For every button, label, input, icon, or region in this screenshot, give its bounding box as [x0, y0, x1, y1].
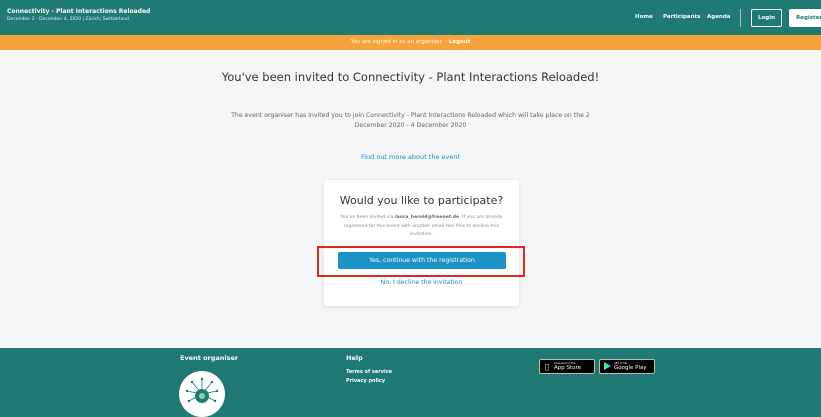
card-title: Would you like to participate?: [339, 194, 504, 207]
google-play-label: Google Play: [614, 364, 647, 371]
logout-link[interactable]: Logout: [449, 39, 471, 45]
app-store-label: App Store: [554, 364, 582, 371]
banner-text: You are signed in as an organiser.: [350, 39, 444, 45]
help-heading: Help: [346, 354, 363, 362]
nav-home[interactable]: Home: [635, 14, 653, 20]
app-store-badge[interactable]:  Download on the App Store: [539, 359, 595, 374]
highlight-box: [317, 246, 525, 277]
top-header: Connectivity - Plant Interactions Reload…: [0, 0, 821, 35]
invited-email: laura_herold@freenet.de: [395, 215, 460, 220]
organiser-banner: You are signed in as an organiser. Logou…: [0, 35, 821, 50]
privacy-policy-link[interactable]: Privacy policy: [346, 378, 385, 384]
card-text-before: You've been invited via: [340, 215, 396, 220]
find-out-more-link[interactable]: Find out more about the event: [330, 153, 491, 161]
event-organiser-heading: Event organiser: [180, 354, 239, 362]
login-button[interactable]: Login: [751, 9, 782, 27]
nav-divider: [740, 9, 741, 27]
decline-invitation-link[interactable]: No, I decline the invitation: [324, 279, 519, 286]
footer: Event organiser Help Terms of service Pr…: [0, 348, 821, 417]
page-title: You've been invited to Connectivity - Pl…: [221, 70, 600, 84]
organiser-logo: [179, 371, 225, 417]
event-date-location: December 2 - December 4, 2020 | Zürich, …: [7, 17, 129, 22]
register-button[interactable]: Register: [789, 9, 821, 27]
google-play-badge[interactable]: GET IT ON Google Play: [599, 359, 655, 374]
play-icon: [602, 361, 612, 372]
terms-of-service-link[interactable]: Terms of service: [346, 369, 392, 375]
participation-card: Would you like to participate? You've be…: [324, 180, 519, 306]
nav-participants[interactable]: Participants: [663, 14, 700, 20]
nav-agenda[interactable]: Agenda: [707, 14, 731, 20]
event-name[interactable]: Connectivity - Plant Interactions Reload…: [7, 8, 150, 16]
apple-icon: : [542, 363, 552, 371]
invitation-description: The event organiser has invited you to j…: [231, 112, 590, 129]
card-text: You've been invited via laura_herold@fre…: [338, 214, 505, 240]
